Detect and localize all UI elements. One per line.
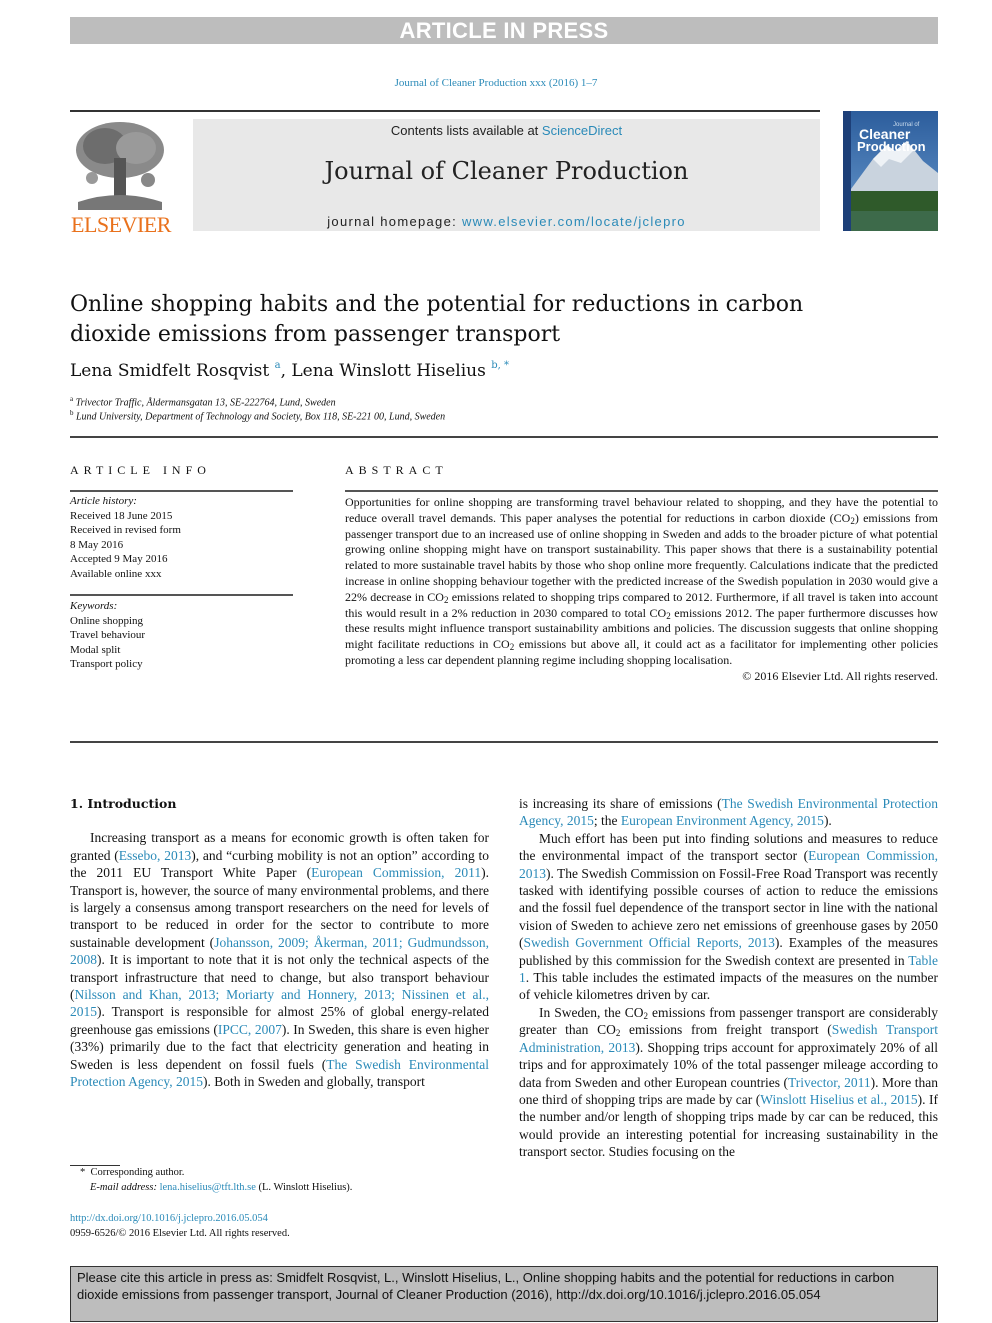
affiliation-marker[interactable]: a <box>275 360 281 371</box>
journal-cover-image[interactable]: Journal of Cleaner Production <box>843 111 938 231</box>
citation-link[interactable]: European Commission, 2011 <box>311 865 481 880</box>
citation-link[interactable]: European Environment Agency, 2015 <box>621 813 824 828</box>
article-title: Online shopping habits and the potential… <box>70 292 804 347</box>
paragraph: In Sweden, the CO2 emissions from passen… <box>519 1004 938 1161</box>
article-in-press-banner: ARTICLE IN PRESS <box>70 17 938 44</box>
citation-link[interactable]: Winslott Hiselius et al., 2015 <box>760 1092 917 1107</box>
text: ; the <box>593 813 621 829</box>
header-rule <box>70 110 820 112</box>
body-column-left: 1. Introduction Increasing transport as … <box>70 795 489 1091</box>
keywords-label: Keywords: <box>70 600 118 612</box>
author-name[interactable]: Lena Winslott Hiselius <box>291 361 485 381</box>
elsevier-logo[interactable]: ELSEVIER <box>70 118 172 237</box>
paragraph: Increasing transport as a means for econ… <box>70 829 489 1090</box>
keywords-rule <box>70 594 293 596</box>
history-item: Accepted 9 May 2016 <box>70 553 168 565</box>
keywords: Keywords: Online shopping Travel behavio… <box>70 599 145 672</box>
elsevier-wordmark: ELSEVIER <box>71 212 171 237</box>
cover-mountain-icon: Journal of Cleaner Production <box>843 111 938 231</box>
keyword: Online shopping <box>70 614 144 627</box>
article-history-label: Article history: <box>70 495 137 507</box>
keyword: Travel behaviour <box>70 629 146 641</box>
journal-title: Journal of Cleaner Production <box>324 157 689 185</box>
section-heading-introduction: 1. Introduction <box>70 796 177 811</box>
affiliation: a Trivector Traffic, Åldermansgatan 13, … <box>70 395 336 408</box>
sciencedirect-link[interactable]: ScienceDirect <box>542 123 622 138</box>
section-divider <box>70 741 938 743</box>
journal-homepage-line: journal homepage: www.elsevier.com/locat… <box>193 214 820 229</box>
text: In Sweden, the CO <box>539 1004 644 1020</box>
doi-block: http://dx.doi.org/10.1016/j.jclepro.2016… <box>70 1211 290 1241</box>
abstract-heading: ABSTRACT <box>345 463 448 477</box>
citation-link[interactable]: Essebo, 2013 <box>119 848 191 863</box>
affiliation-key: b <box>70 409 74 417</box>
keyword: Modal split <box>70 643 121 656</box>
citation-link[interactable]: IPCC, 2007 <box>218 1022 282 1037</box>
email-label: E-mail address: <box>90 1181 160 1193</box>
history-item: Received 18 June 2015 <box>70 509 173 522</box>
text: . This table includes the estimated impa… <box>519 970 938 1003</box>
corresponding-author-footnote: * Corresponding author. E-mail address: … <box>70 1166 352 1195</box>
affiliation-key: a <box>70 395 74 403</box>
abstract-copyright: © 2016 Elsevier Ltd. All rights reserved… <box>742 668 938 683</box>
cover-text-production: Production <box>857 139 926 154</box>
homepage-prefix: journal homepage: <box>327 214 462 229</box>
footnote-text: (L. Winslott Hiselius). <box>255 1181 353 1193</box>
section-divider <box>70 436 938 438</box>
body-column-right: is increasing its share of emissions (Th… <box>519 795 938 1161</box>
author-list: Lena Smidfelt Rosqvist a, Lena Winslott … <box>70 360 510 381</box>
paragraph: is increasing its share of emissions (Th… <box>519 795 938 830</box>
keyword: Transport policy <box>70 658 143 670</box>
citation-link[interactable]: Swedish Government Official Reports, 201… <box>524 935 775 950</box>
citation-notice-box: Please cite this article in press as: Sm… <box>70 1266 938 1322</box>
journal-reference-link[interactable]: Journal of Cleaner Production xxx (2016)… <box>0 77 992 89</box>
contents-prefix: Contents lists available at <box>390 123 542 138</box>
citation-link[interactable]: Trivector, 2011 <box>788 1075 871 1090</box>
affiliation-text: Trivector Traffic, Åldermansgatan 13, SE… <box>75 397 336 409</box>
affiliation-marker[interactable]: b, * <box>491 360 509 371</box>
paragraph: Much effort has been put into finding so… <box>519 830 938 1004</box>
text: emissions from freight transport ( <box>620 1022 832 1038</box>
text: is increasing its share of emissions ( <box>519 796 722 811</box>
abstract-body: Opportunities for online shopping are tr… <box>345 495 938 685</box>
affiliation-text: Lund University, Department of Technolog… <box>76 411 446 423</box>
footnote-text: Corresponding author. <box>90 1167 185 1178</box>
footnote-star: * <box>80 1167 86 1178</box>
journal-masthead: Contents lists available at ScienceDirec… <box>193 119 820 231</box>
text: ). Both in Sweden and globally, transpor… <box>202 1074 425 1090</box>
elsevier-tree-icon <box>70 118 170 210</box>
article-info-rule <box>70 490 293 492</box>
history-item: 8 May 2016 <box>70 538 124 551</box>
article-info-heading: ARTICLE INFO <box>70 463 211 477</box>
abstract-rule <box>345 490 938 492</box>
article-history: Article history: Received 18 June 2015 R… <box>70 494 181 581</box>
issn-copyright: 0959-6526/© 2016 Elsevier Ltd. All right… <box>70 1228 290 1239</box>
contents-line: Contents lists available at ScienceDirec… <box>193 123 820 138</box>
history-item: Received in revised form <box>70 524 181 536</box>
affiliation: b Lund University, Department of Technol… <box>70 409 445 422</box>
doi-link[interactable]: http://dx.doi.org/10.1016/j.jclepro.2016… <box>70 1213 268 1224</box>
author-name[interactable]: Lena Smidfelt Rosqvist <box>70 361 269 381</box>
journal-homepage-link[interactable]: www.elsevier.com/locate/jclepro <box>462 214 686 229</box>
email-link[interactable]: lena.hiselius@tft.lth.se <box>160 1182 256 1193</box>
text: ). <box>823 813 832 829</box>
history-item: Available online xxx <box>70 567 162 580</box>
